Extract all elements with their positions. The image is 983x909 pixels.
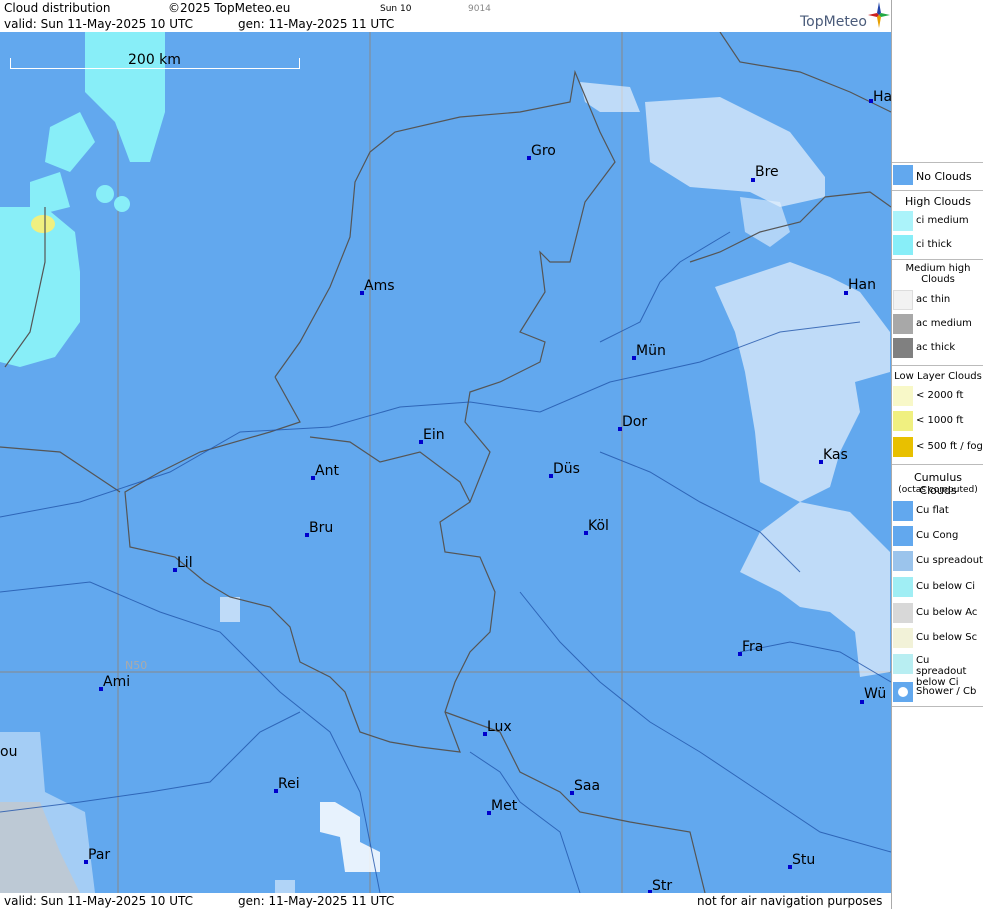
swatch-cu-flat (893, 501, 913, 521)
swatch-cu-spreadout (893, 551, 913, 571)
legend-cu-subtitle: (octas computed) (898, 485, 978, 495)
legend-low-500: < 500 ft / fog (892, 437, 983, 459)
legend-cu-below-sc: Cu below Sc (892, 628, 983, 650)
generated-time: gen: 11-May-2025 11 UTC (238, 17, 395, 31)
footer-generated-time: gen: 11-May-2025 11 UTC (238, 894, 395, 908)
city-label: Bru (309, 520, 334, 536)
footer-bar: valid: Sun 11-May-2025 10 UTC gen: 11-Ma… (0, 893, 891, 909)
city-label: Ein (423, 427, 445, 443)
swatch-no-clouds (893, 165, 913, 185)
city-label: Ams (364, 278, 395, 294)
cloud-map[interactable]: 200 km N50 Ha Gro Bre Ams Han Mün Ein Do… (0, 32, 891, 893)
swatch-cu-cong (893, 526, 913, 546)
city-label: Dor (622, 414, 648, 430)
swatch-ac-medium (893, 314, 913, 334)
city-label: Ami (103, 674, 131, 690)
swatch-cu-below-sc (893, 628, 913, 648)
swatch-ac-thick (893, 338, 913, 358)
logo-text: TopMeteo (800, 14, 867, 30)
legend-low-1000: < 1000 ft (892, 411, 983, 433)
compass-icon (868, 2, 890, 28)
cirrus-clouds (0, 32, 165, 367)
city-label: Gro (531, 143, 556, 159)
swatch-cu-spread-below-ci (893, 654, 913, 674)
legend-no-clouds: No Clouds (892, 165, 983, 189)
topmeteo-logo: TopMeteo (780, 0, 891, 32)
swatch-ci-thick (893, 235, 913, 255)
scale-label: 200 km (128, 52, 181, 68)
city-label: Ant (315, 463, 339, 479)
city-label: Bre (755, 164, 779, 180)
map-title: Cloud distribution (4, 1, 111, 15)
legend-low-2000: < 2000 ft (892, 386, 983, 408)
city-label: Kas (823, 447, 848, 463)
legend-ac-medium: ac medium (892, 314, 983, 336)
city-label: Saa (574, 778, 601, 794)
legend-cu-flat: Cu flat (892, 501, 983, 523)
legend-panel: No Clouds High Clouds ci medium ci thick… (891, 0, 983, 909)
low-cloud-patch (31, 215, 55, 233)
city-label: Lil (177, 555, 193, 571)
legend-shower: Shower / Cb (892, 682, 983, 704)
legend-ac-thin: ac thin (892, 290, 983, 312)
city-label: Stu (792, 852, 816, 868)
swatch-low-500 (893, 437, 913, 457)
legend-high-title: High Clouds (905, 195, 971, 208)
legend-ci-medium: ci medium (892, 211, 983, 233)
city-label: Ha (873, 89, 891, 105)
city-label: ou (0, 744, 18, 760)
disclaimer: not for air navigation purposes (697, 894, 883, 908)
code-label: 9014 (468, 4, 491, 14)
city-label: Par (88, 847, 111, 863)
swatch-ci-medium (893, 211, 913, 231)
swatch-low-2000 (893, 386, 913, 406)
shower-icon (898, 687, 908, 697)
city-label: Str (652, 878, 673, 893)
latitude-label: N50 (125, 659, 148, 672)
city-label: Rei (278, 776, 300, 792)
legend-medium-title: Medium high Clouds (905, 263, 971, 285)
copyright: ©2025 TopMeteo.eu (168, 1, 291, 15)
valid-bar: valid: Sun 11-May-2025 10 UTC gen: 11-Ma… (0, 16, 891, 32)
city-label: Han (848, 277, 876, 293)
city-label: Düs (553, 461, 580, 477)
city-label: Mün (636, 343, 666, 359)
legend-cu-spreadout: Cu spreadout (892, 551, 983, 573)
legend-ci-thick: ci thick (892, 235, 983, 257)
city-label: Köl (588, 518, 609, 534)
city-label: Met (491, 798, 518, 814)
legend-ac-thick: ac thick (892, 338, 983, 360)
day-label: Sun 10 (380, 4, 412, 14)
swatch-shower (893, 682, 913, 702)
legend-cu-below-ac: Cu below Ac (892, 603, 983, 625)
valid-time: valid: Sun 11-May-2025 10 UTC (4, 17, 193, 31)
legend-cu-cong: Cu Cong (892, 526, 983, 548)
legend-low-title: Low Layer Clouds (894, 371, 982, 382)
swatch-cu-below-ci (893, 577, 913, 597)
city-label: Fra (742, 639, 764, 655)
legend-cu-below-ci: Cu below Ci (892, 577, 983, 599)
map-graphics (0, 32, 891, 893)
city-label: Wü (864, 686, 887, 702)
footer-valid-time: valid: Sun 11-May-2025 10 UTC (4, 894, 193, 908)
city-label: Lux (487, 719, 512, 735)
swatch-low-1000 (893, 411, 913, 431)
header-bar: Cloud distribution ©2025 TopMeteo.eu Sun… (0, 0, 891, 16)
swatch-cu-below-ac (893, 603, 913, 623)
legend-cu-spread-below-ci: Cu spreadout below Ci (892, 654, 983, 688)
swatch-ac-thin (893, 290, 913, 310)
